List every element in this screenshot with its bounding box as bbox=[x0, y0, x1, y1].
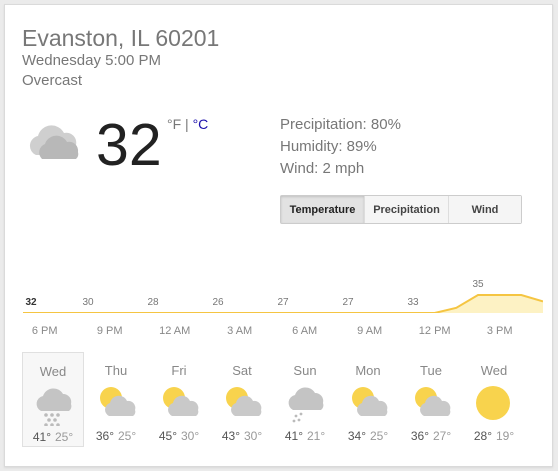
time-label: 9 AM bbox=[357, 325, 383, 337]
tab-precipitation[interactable]: Precipitation bbox=[365, 196, 449, 223]
current-temperature: 32 bbox=[96, 112, 162, 178]
temperature-label: 26 bbox=[212, 297, 224, 308]
forecast-high: 34° bbox=[347, 429, 366, 443]
forecast-day[interactable]: Sun 41° 21° bbox=[274, 352, 336, 447]
temperature-label: 28 bbox=[147, 297, 159, 308]
forecast-day[interactable]: Wed 41° 25° bbox=[22, 352, 84, 447]
weather-stats: Precipitation: 80% Humidity: 89% Wind: 2… bbox=[280, 114, 401, 180]
forecast-day-name: Thu bbox=[104, 363, 128, 378]
forecast-low: 25° bbox=[370, 429, 389, 443]
wind-stat: Wind: 2 mph bbox=[280, 160, 365, 177]
time-label: 3 AM bbox=[227, 325, 253, 337]
forecast-low: 27° bbox=[433, 429, 452, 443]
sunny-icon bbox=[476, 386, 510, 420]
partly-cloudy-icon bbox=[100, 387, 136, 416]
partly-cloudy-icon bbox=[415, 387, 451, 416]
time-label: 12 AM bbox=[159, 325, 191, 337]
forecast-day[interactable]: Wed 28° 19° bbox=[463, 352, 525, 447]
partly-cloudy-icon bbox=[352, 387, 388, 416]
temperature-label: 27 bbox=[277, 297, 289, 308]
time-axis: 6 PM 9 PM 12 AM 3 AM 6 AM 9 AM 12 PM 3 PM bbox=[5, 325, 552, 341]
condition-text: Overcast bbox=[22, 72, 83, 89]
forecast-high: 41° bbox=[32, 430, 51, 444]
forecast-day[interactable]: Tue 36° 27° bbox=[400, 352, 462, 447]
partly-cloudy-icon bbox=[163, 387, 199, 416]
forecast-low: 25° bbox=[118, 429, 137, 443]
forecast-high: 45° bbox=[158, 429, 177, 443]
forecast-high: 36° bbox=[410, 429, 429, 443]
forecast-low: 30° bbox=[181, 429, 200, 443]
time-label: 9 PM bbox=[96, 325, 123, 337]
forecast-day[interactable]: Thu 36° 25° bbox=[85, 352, 147, 447]
date-time: Wednesday 5:00 PM bbox=[22, 52, 161, 69]
forecast-day[interactable]: Fri 45° 30° bbox=[148, 352, 210, 447]
time-label: 3 PM bbox=[486, 325, 513, 337]
forecast-day-name: Sat bbox=[232, 363, 252, 378]
forecast-high: 28° bbox=[473, 429, 492, 443]
forecast-low: 19° bbox=[496, 429, 515, 443]
forecast-day-name: Mon bbox=[355, 363, 381, 378]
forecast-day-name: Fri bbox=[171, 363, 187, 378]
temperature-label: 35 bbox=[472, 279, 484, 290]
forecast-high: 36° bbox=[95, 429, 114, 443]
overcast-icon bbox=[29, 125, 79, 159]
forecast-high: 41° bbox=[284, 429, 303, 443]
precipitation-stat: Precipitation: 80% bbox=[280, 116, 401, 133]
temperature-label: 30 bbox=[82, 297, 94, 308]
forecast-row: Wed 41° 25° Thu 36° 25° Fri 45° 30° Sat 43° 30° Sun 4… bbox=[22, 352, 526, 447]
humidity-stat: Humidity: 89% bbox=[280, 138, 377, 155]
temperature-label: 33 bbox=[407, 297, 419, 308]
partly-cloudy-icon bbox=[226, 387, 262, 416]
temperature-chart: 32 30 28 26 27 27 33 35 bbox=[23, 279, 543, 313]
temperature-label: 32 bbox=[25, 297, 37, 308]
unit-toggle: °F | °C bbox=[167, 116, 208, 132]
forecast-day-name: Tue bbox=[420, 363, 442, 378]
time-label: 12 PM bbox=[418, 325, 451, 337]
forecast-day[interactable]: Mon 34° 25° bbox=[337, 352, 399, 447]
location-title: Evanston, IL 60201 bbox=[22, 25, 220, 51]
forecast-day-name: Wed bbox=[480, 363, 508, 378]
forecast-day[interactable]: Sat 43° 30° bbox=[211, 352, 273, 447]
snow-icon bbox=[36, 388, 72, 426]
unit-separator: | bbox=[181, 116, 193, 132]
weather-card: Evanston, IL 60201 Wednesday 5:00 PM Ove… bbox=[4, 4, 553, 467]
tab-temperature[interactable]: Temperature bbox=[281, 196, 365, 223]
forecast-low: 21° bbox=[307, 429, 326, 443]
time-label: 6 PM bbox=[31, 325, 58, 337]
temperature-label: 27 bbox=[342, 297, 354, 308]
forecast-low: 30° bbox=[244, 429, 263, 443]
time-label: 6 AM bbox=[292, 325, 318, 337]
celsius-unit-link[interactable]: °C bbox=[193, 116, 209, 132]
forecast-high: 43° bbox=[221, 429, 240, 443]
forecast-day-name: Sun bbox=[293, 363, 317, 378]
chart-tabs: Temperature Precipitation Wind bbox=[280, 195, 522, 224]
snow-showers-icon bbox=[288, 387, 324, 423]
fahrenheit-unit: °F bbox=[167, 116, 182, 132]
tab-wind[interactable]: Wind bbox=[449, 196, 521, 223]
forecast-low: 25° bbox=[55, 430, 74, 444]
forecast-day-name: Wed bbox=[39, 364, 67, 379]
